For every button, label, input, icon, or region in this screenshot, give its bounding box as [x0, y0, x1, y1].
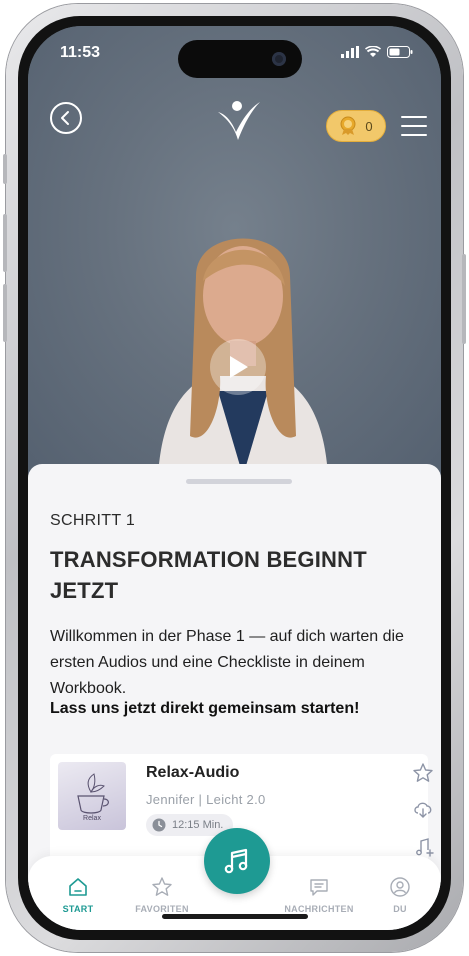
intro-text: Willkommen in der Phase 1 — auf dich war…	[50, 628, 404, 697]
award-icon	[340, 116, 356, 135]
dynamic-island	[178, 40, 302, 78]
wifi-icon	[365, 46, 381, 57]
add-to-playlist-icon[interactable]	[412, 836, 434, 858]
menu-line	[401, 134, 427, 136]
audio-title: Relax-Audio	[146, 764, 240, 781]
camera-icon	[272, 52, 286, 66]
audio-subtitle: Jennifer | Leicht 2.0	[146, 792, 266, 807]
nav-start[interactable]: START	[38, 876, 118, 914]
cta-text: Lass uns jetzt direkt gemeinsam starten!	[50, 700, 360, 717]
star-icon[interactable]	[412, 762, 434, 784]
video-player[interactable]	[28, 26, 441, 476]
status-time: 11:53	[60, 44, 101, 61]
cloud-download-icon[interactable]	[412, 798, 434, 820]
thumbnail-label: Relax	[83, 815, 101, 822]
nav-you[interactable]: DU	[360, 876, 440, 914]
system-icons	[341, 46, 413, 58]
message-icon	[310, 879, 328, 896]
music-player-button[interactable]	[204, 828, 270, 894]
nav-start-label: START	[62, 904, 94, 914]
menu-line	[401, 125, 427, 127]
step-label: SCHRITT 1	[50, 512, 136, 529]
star-icon	[152, 877, 172, 896]
back-button[interactable]	[50, 102, 82, 134]
nav-favorites-label: FAVORITEN	[135, 904, 189, 914]
power-button	[462, 254, 466, 344]
bezel: 11:53 0 SCHRITT 1 TRANSFORMATION BEGINNT…	[18, 16, 451, 940]
nav-messages-label: NACHRICHTEN	[284, 904, 354, 914]
battery-icon	[387, 46, 413, 58]
page-title: TRANSFORMATION BEGINNT JETZT	[50, 547, 367, 603]
nav-favorites[interactable]: FAVORITEN	[122, 876, 202, 914]
home-indicator[interactable]	[162, 914, 308, 919]
menu-button[interactable]	[401, 116, 427, 136]
coins-badge[interactable]: 0	[326, 110, 386, 142]
play-icon	[230, 356, 248, 378]
coin-count: 0	[365, 118, 373, 134]
screen: 11:53 0 SCHRITT 1 TRANSFORMATION BEGINNT…	[28, 26, 441, 930]
nav-you-label: DU	[393, 904, 407, 914]
duration-text: 12:15 Min.	[172, 819, 224, 831]
phone-frame: 11:53 0 SCHRITT 1 TRANSFORMATION BEGINNT…	[3, 4, 466, 952]
play-button[interactable]	[210, 339, 266, 395]
mute-switch	[3, 154, 7, 184]
app-logo	[218, 101, 260, 140]
home-icon	[69, 878, 87, 896]
signal-icon	[341, 46, 359, 58]
volume-up-button	[3, 214, 7, 272]
menu-line	[401, 116, 427, 118]
volume-down-button	[3, 284, 7, 342]
user-icon	[390, 877, 410, 897]
nav-messages[interactable]: NACHRICHTEN	[274, 876, 364, 914]
clock-icon	[152, 818, 166, 832]
chevron-left-icon	[61, 111, 69, 125]
music-note-icon	[224, 848, 248, 874]
sheet-handle[interactable]	[186, 479, 292, 484]
status-bar: 11:53	[28, 40, 441, 78]
audio-thumbnail: Relax	[58, 762, 126, 830]
